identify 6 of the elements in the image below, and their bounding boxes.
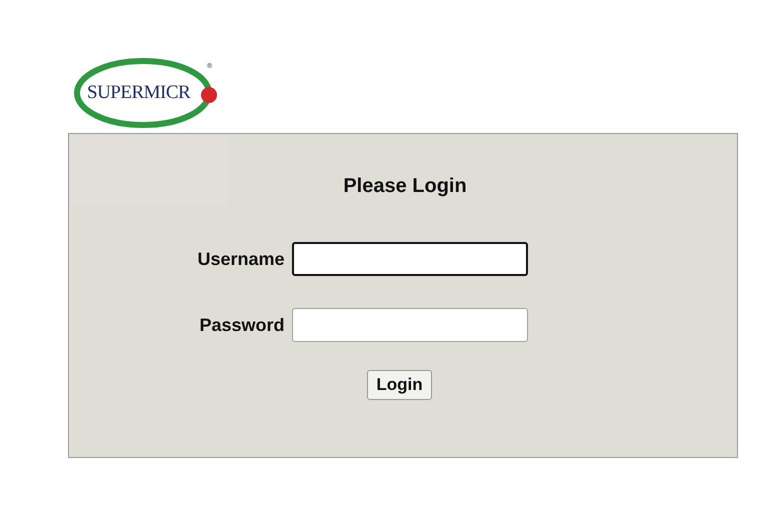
username-field[interactable] (292, 242, 528, 276)
login-title: Please Login (343, 175, 467, 198)
login-button[interactable]: Login (367, 370, 432, 400)
field-label: Password (198, 314, 284, 336)
field-label: Username (196, 248, 284, 270)
password-field[interactable] (292, 308, 528, 342)
